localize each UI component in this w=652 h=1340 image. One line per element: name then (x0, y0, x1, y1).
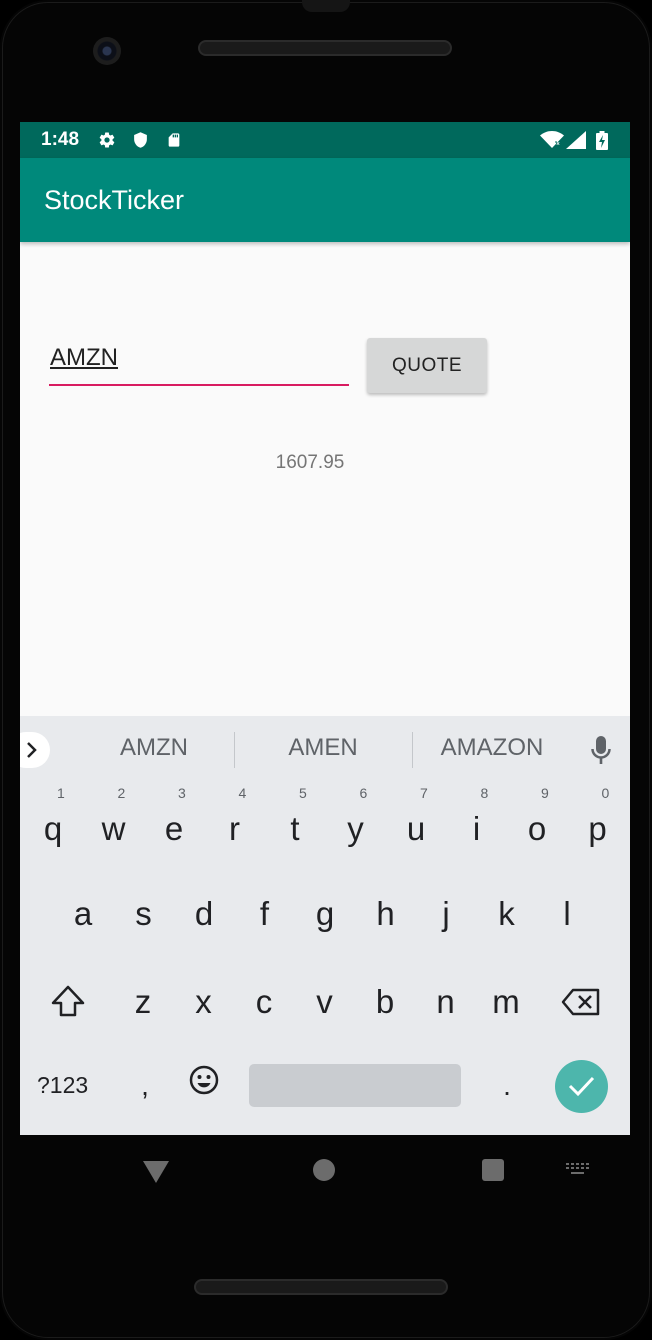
soft-keyboard: AMZN AMEN AMAZON q 1 w 2 e 3 r 4 t 5 y 6 u 7 i 8 o 9 p 0 as… (20, 716, 630, 1135)
key-m[interactable]: m (491, 982, 521, 1022)
price-text: 1607.95 (275, 452, 345, 473)
app-title: StockTicker (44, 185, 185, 215)
shift-icon[interactable] (50, 984, 86, 1018)
key-hint-0: 0 (601, 785, 610, 801)
app-bar: StockTicker (20, 158, 630, 242)
chevron-right-icon (27, 742, 37, 758)
sd-card-icon (168, 133, 180, 147)
key-hint-3: 3 (178, 785, 186, 801)
key-u[interactable]: u (401, 809, 431, 849)
key-k[interactable]: k (492, 894, 522, 934)
gear-icon (99, 132, 115, 148)
key-d[interactable]: d (189, 894, 219, 934)
key-hint-7: 7 (420, 785, 428, 801)
battery-icon (596, 131, 608, 150)
key-hint-2: 2 (117, 785, 126, 801)
symbols-key[interactable]: ?123 (37, 1072, 88, 1099)
status-time: 1:48 (41, 129, 80, 150)
quote-button[interactable]: QUOTE (367, 338, 487, 393)
key-hint-6: 6 (359, 785, 368, 801)
status-bar: 1:48 (20, 122, 630, 158)
key-w[interactable]: w (99, 809, 129, 849)
mic-icon[interactable] (591, 736, 611, 766)
key-n[interactable]: n (431, 982, 461, 1022)
period-key[interactable]: . (495, 1066, 519, 1106)
key-p[interactable]: p (583, 809, 613, 849)
key-c[interactable]: c (249, 982, 279, 1022)
wifi-icon (540, 131, 564, 148)
backspace-icon[interactable] (561, 988, 601, 1016)
suggestion-divider (234, 732, 235, 768)
key-b[interactable]: b (370, 982, 400, 1022)
keyboard-switch-icon[interactable] (566, 1163, 590, 1177)
key-x[interactable]: x (189, 982, 219, 1022)
key-hint-1: 1 (57, 785, 65, 801)
signal-icon (566, 131, 586, 149)
key-hint-9: 9 (541, 785, 549, 801)
key-g[interactable]: g (310, 894, 340, 934)
emoji-icon[interactable] (188, 1064, 220, 1096)
key-l[interactable]: l (552, 894, 582, 934)
suggestion-1[interactable]: AMZN (80, 734, 228, 762)
front-camera (93, 37, 121, 65)
symbol-input-value: AMZN (50, 344, 118, 371)
key-f[interactable]: f (250, 894, 280, 934)
key-y[interactable]: y (341, 809, 371, 849)
device-frame: 1:48 StockTicker AMZN QUOTE 1607.95 AMZN… (0, 0, 652, 1340)
key-hint-4: 4 (238, 785, 247, 801)
bottom-speaker (194, 1279, 448, 1295)
suggestion-expand-button[interactable] (20, 732, 50, 768)
nav-back-icon[interactable] (143, 1161, 169, 1183)
shield-icon (134, 132, 147, 148)
checkmark-icon (568, 1076, 595, 1097)
key-r[interactable]: r (220, 809, 250, 849)
key-a[interactable]: a (68, 894, 98, 934)
key-h[interactable]: h (371, 894, 401, 934)
key-o[interactable]: o (522, 809, 552, 849)
nav-recents-icon[interactable] (482, 1159, 504, 1181)
top-notch (302, 0, 350, 12)
key-i[interactable]: i (462, 809, 492, 849)
symbol-input[interactable]: AMZN (49, 344, 349, 386)
earpiece-speaker (198, 40, 452, 56)
key-v[interactable]: v (310, 982, 340, 1022)
comma-key[interactable]: , (132, 1066, 158, 1106)
space-key[interactable] (249, 1064, 461, 1107)
suggestion-3[interactable]: AMAZON (422, 734, 562, 762)
key-z[interactable]: z (128, 982, 158, 1022)
key-q[interactable]: q (38, 809, 68, 849)
screen: 1:48 StockTicker AMZN QUOTE 1607.95 AMZN… (20, 122, 630, 1135)
suggestion-divider (412, 732, 413, 768)
suggestion-2[interactable]: AMEN (246, 734, 400, 762)
key-hint-5: 5 (299, 785, 307, 801)
suggestion-bar: AMZN AMEN AMAZON (20, 716, 630, 782)
key-hint-8: 8 (480, 785, 489, 801)
key-e[interactable]: e (159, 809, 189, 849)
key-s[interactable]: s (129, 894, 159, 934)
key-t[interactable]: t (280, 809, 310, 849)
enter-key[interactable] (555, 1060, 608, 1113)
nav-home-icon[interactable] (313, 1159, 335, 1181)
key-j[interactable]: j (431, 894, 461, 934)
